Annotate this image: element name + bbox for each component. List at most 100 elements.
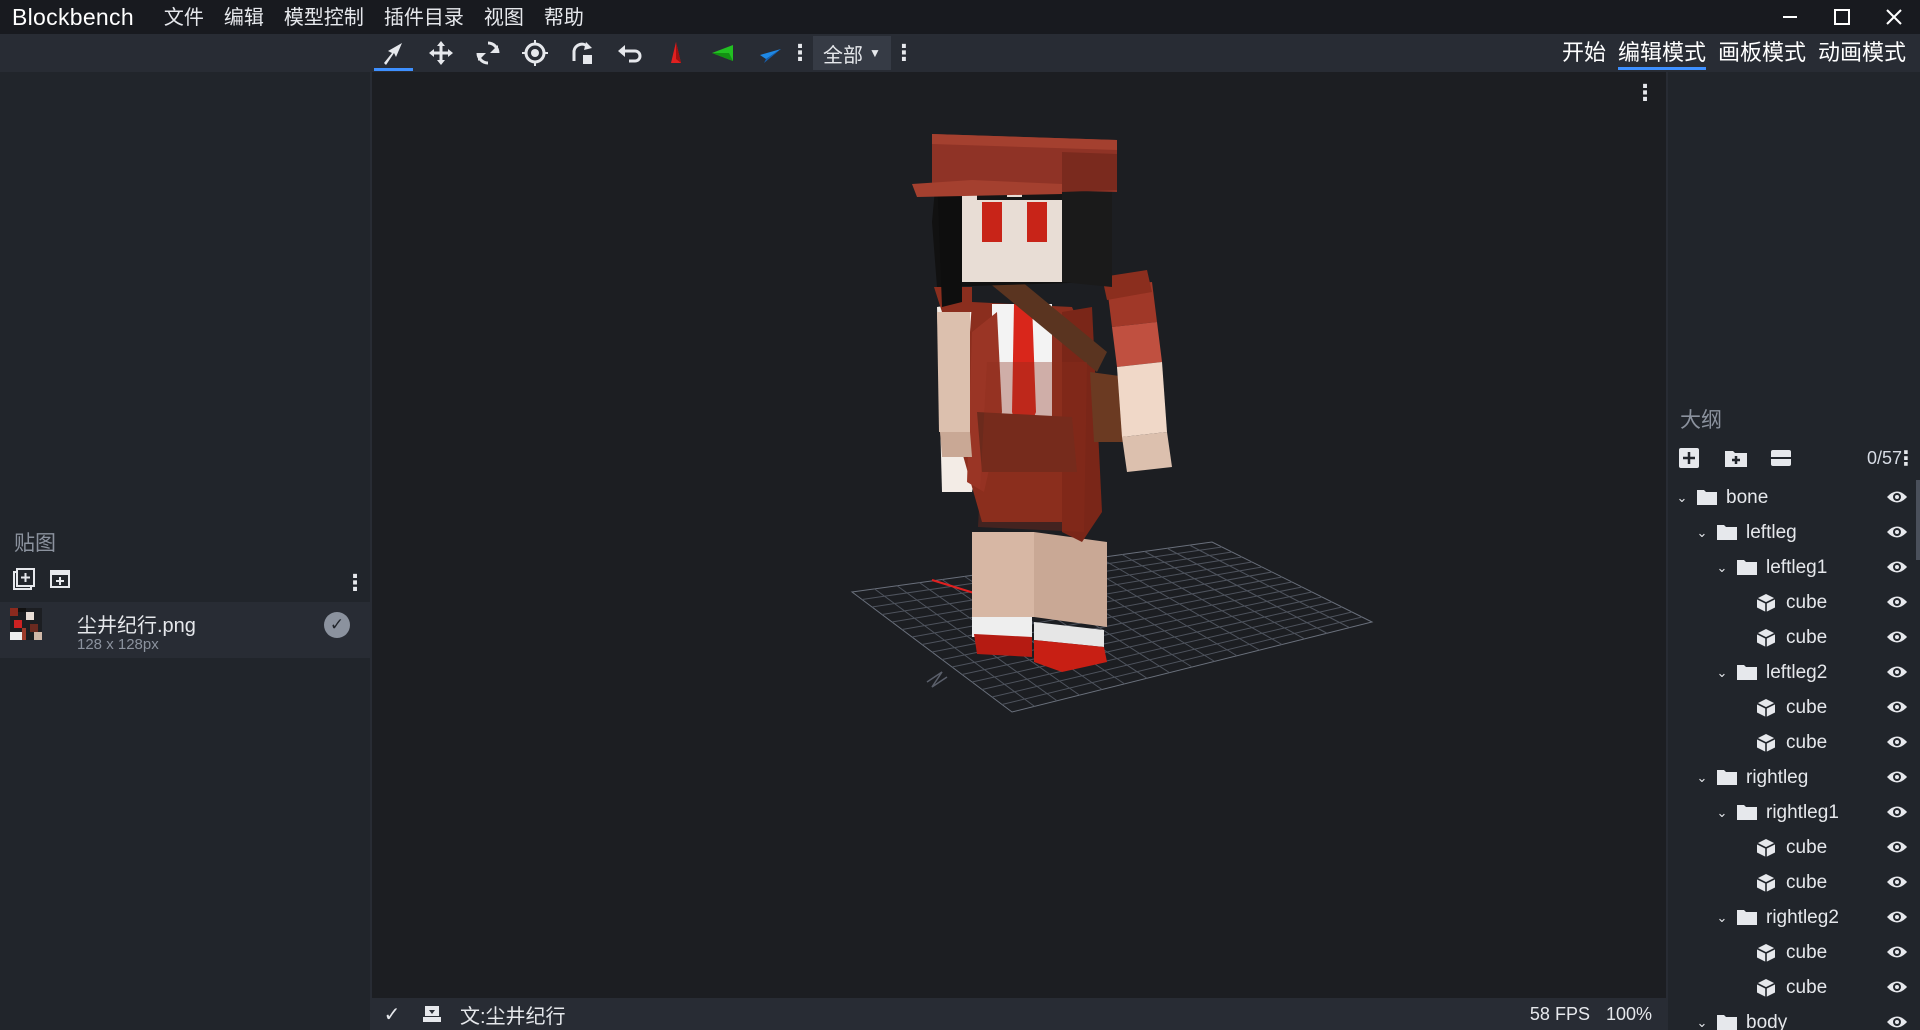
move-tool-icon[interactable] — [370, 34, 417, 72]
outliner-label: body — [1746, 1011, 1788, 1030]
fps-counter: 58 FPS — [1529, 1003, 1590, 1024]
save-to-disk-icon[interactable] — [412, 1004, 452, 1024]
outliner-cube-row[interactable]: cube — [1668, 970, 1920, 1005]
menu-plugins[interactable]: 插件目录 — [374, 0, 474, 34]
axis-z-icon[interactable] — [746, 34, 793, 72]
move-icon[interactable] — [417, 34, 464, 72]
folder-icon — [1736, 804, 1758, 822]
texture-size: 128 x 128px — [77, 636, 159, 653]
texture-menu-icon[interactable]: ⋮ — [344, 564, 366, 602]
outliner-scrollbar[interactable] — [1916, 480, 1920, 560]
outliner-cube-row[interactable]: cube — [1668, 585, 1920, 620]
chevron-down-icon[interactable]: ⌄ — [1674, 490, 1690, 506]
select-all-dropdown[interactable]: 全部 ▼ — [813, 36, 891, 70]
outliner-cube-row[interactable]: cube — [1668, 690, 1920, 725]
outliner-cube-row[interactable]: cube — [1668, 830, 1920, 865]
tab-animate[interactable]: 动画模式 — [1812, 34, 1912, 72]
right-panel: 大纲 0/57 ⋮ ⌄ bone ⌄ leftleg ⌄ leftleg1 cube cube… — [1668, 72, 1920, 1030]
outliner-toolbar: 0/57 ⋮ — [1678, 444, 1916, 472]
eye-icon[interactable] — [1886, 873, 1908, 891]
toolbar-more-icon[interactable]: ⋮ — [789, 34, 811, 72]
chevron-down-icon[interactable]: ⌄ — [1714, 665, 1730, 681]
tab-edit[interactable]: 编辑模式 — [1612, 34, 1712, 72]
chevron-down-icon[interactable]: ⌄ — [1714, 910, 1730, 926]
add-texture-icon[interactable] — [12, 564, 48, 594]
outliner-group-row[interactable]: ⌄ rightleg2 — [1668, 900, 1920, 935]
menu-help[interactable]: 帮助 — [534, 0, 594, 34]
outliner-cube-row[interactable]: cube — [1668, 725, 1920, 760]
outliner-group-row[interactable]: ⌄ leftleg1 — [1668, 550, 1920, 585]
outliner-cube-row[interactable]: cube — [1668, 865, 1920, 900]
import-texture-icon[interactable] — [48, 564, 84, 594]
eye-icon[interactable] — [1886, 698, 1908, 716]
eye-icon[interactable] — [1886, 488, 1908, 506]
floor-grid — [850, 541, 1374, 713]
outliner-group-row[interactable]: ⌄ rightleg1 — [1668, 795, 1920, 830]
outliner-label: cube — [1786, 871, 1828, 893]
close-icon[interactable] — [1868, 0, 1920, 34]
app-title: Blockbench — [12, 3, 134, 30]
folder-icon — [1736, 909, 1758, 927]
menu-file[interactable]: 文件 — [154, 0, 214, 34]
axis-x-icon[interactable] — [652, 34, 699, 72]
eye-icon[interactable] — [1886, 558, 1908, 576]
eye-icon[interactable] — [1886, 1013, 1908, 1030]
outliner-cube-row[interactable]: cube — [1668, 620, 1920, 655]
texture-name: 尘井纪行.png — [77, 615, 196, 637]
eye-icon[interactable] — [1886, 803, 1908, 821]
outliner-menu-icon[interactable]: ⋮ — [1896, 446, 1916, 471]
cube-icon — [1756, 943, 1778, 962]
status-info: 58 FPS 100% — [1514, 998, 1652, 1030]
outliner-group-row[interactable]: ⌄ bone — [1668, 480, 1920, 515]
eye-icon[interactable] — [1886, 663, 1908, 681]
outliner-cube-row[interactable]: cube — [1668, 935, 1920, 970]
model-preview — [850, 134, 1374, 713]
chevron-down-icon[interactable]: ⌄ — [1714, 560, 1730, 576]
outliner-label: rightleg — [1746, 766, 1809, 788]
chevron-down-icon[interactable]: ⌄ — [1694, 525, 1710, 541]
rotate-icon[interactable] — [464, 34, 511, 72]
toolbar-more-icon-2[interactable]: ⋮ — [893, 34, 915, 72]
left-panel: 贴图 ⋮ 尘井纪行.png 128 x 128px ✓ — [0, 72, 370, 1030]
texture-item[interactable]: 尘井纪行.png 128 x 128px ✓ — [0, 602, 370, 658]
eye-icon[interactable] — [1886, 523, 1908, 541]
menu-view[interactable]: 视图 — [474, 0, 534, 34]
chevron-down-icon[interactable]: ⌄ — [1714, 805, 1730, 821]
minimize-icon[interactable] — [1764, 0, 1816, 34]
eye-icon[interactable] — [1886, 628, 1908, 646]
pivot-icon[interactable] — [511, 34, 558, 72]
resize-icon[interactable] — [558, 34, 605, 72]
outliner-label: cube — [1786, 696, 1828, 718]
eye-icon[interactable] — [1886, 978, 1908, 996]
outliner-group-row[interactable]: ⌄ body — [1668, 1005, 1920, 1030]
eye-icon[interactable] — [1886, 593, 1908, 611]
eye-icon[interactable] — [1886, 908, 1908, 926]
grid-line — [1189, 544, 1350, 629]
chevron-down-icon[interactable]: ⌄ — [1694, 770, 1710, 786]
axis-y-icon[interactable] — [699, 34, 746, 72]
eye-icon[interactable] — [1886, 943, 1908, 961]
add-cube-icon[interactable] — [1678, 444, 1724, 472]
collapse-all-icon[interactable] — [1770, 444, 1816, 472]
outliner-group-row[interactable]: ⌄ rightleg — [1668, 760, 1920, 795]
outliner-label: cube — [1786, 941, 1828, 963]
save-check-icon[interactable]: ✓ — [372, 1002, 412, 1027]
undo-icon[interactable] — [605, 34, 652, 72]
tab-start[interactable]: 开始 — [1556, 34, 1612, 72]
viewport-menu-icon[interactable]: ⋮ — [1634, 80, 1656, 106]
eye-icon[interactable] — [1886, 733, 1908, 751]
cube-icon — [1756, 628, 1778, 647]
north-marker — [926, 671, 948, 688]
cube-icon — [1756, 838, 1778, 857]
tab-paint[interactable]: 画板模式 — [1712, 34, 1812, 72]
menu-edit[interactable]: 编辑 — [214, 0, 274, 34]
outliner-group-row[interactable]: ⌄ leftleg — [1668, 515, 1920, 550]
maximize-icon[interactable] — [1816, 0, 1868, 34]
menu-model[interactable]: 模型控制 — [274, 0, 374, 34]
chevron-down-icon[interactable]: ⌄ — [1694, 1015, 1710, 1030]
viewport-3d[interactable]: ⋮ — [372, 72, 1666, 998]
outliner-group-row[interactable]: ⌄ leftleg2 — [1668, 655, 1920, 690]
eye-icon[interactable] — [1886, 768, 1908, 786]
add-group-icon[interactable] — [1724, 444, 1770, 472]
eye-icon[interactable] — [1886, 838, 1908, 856]
